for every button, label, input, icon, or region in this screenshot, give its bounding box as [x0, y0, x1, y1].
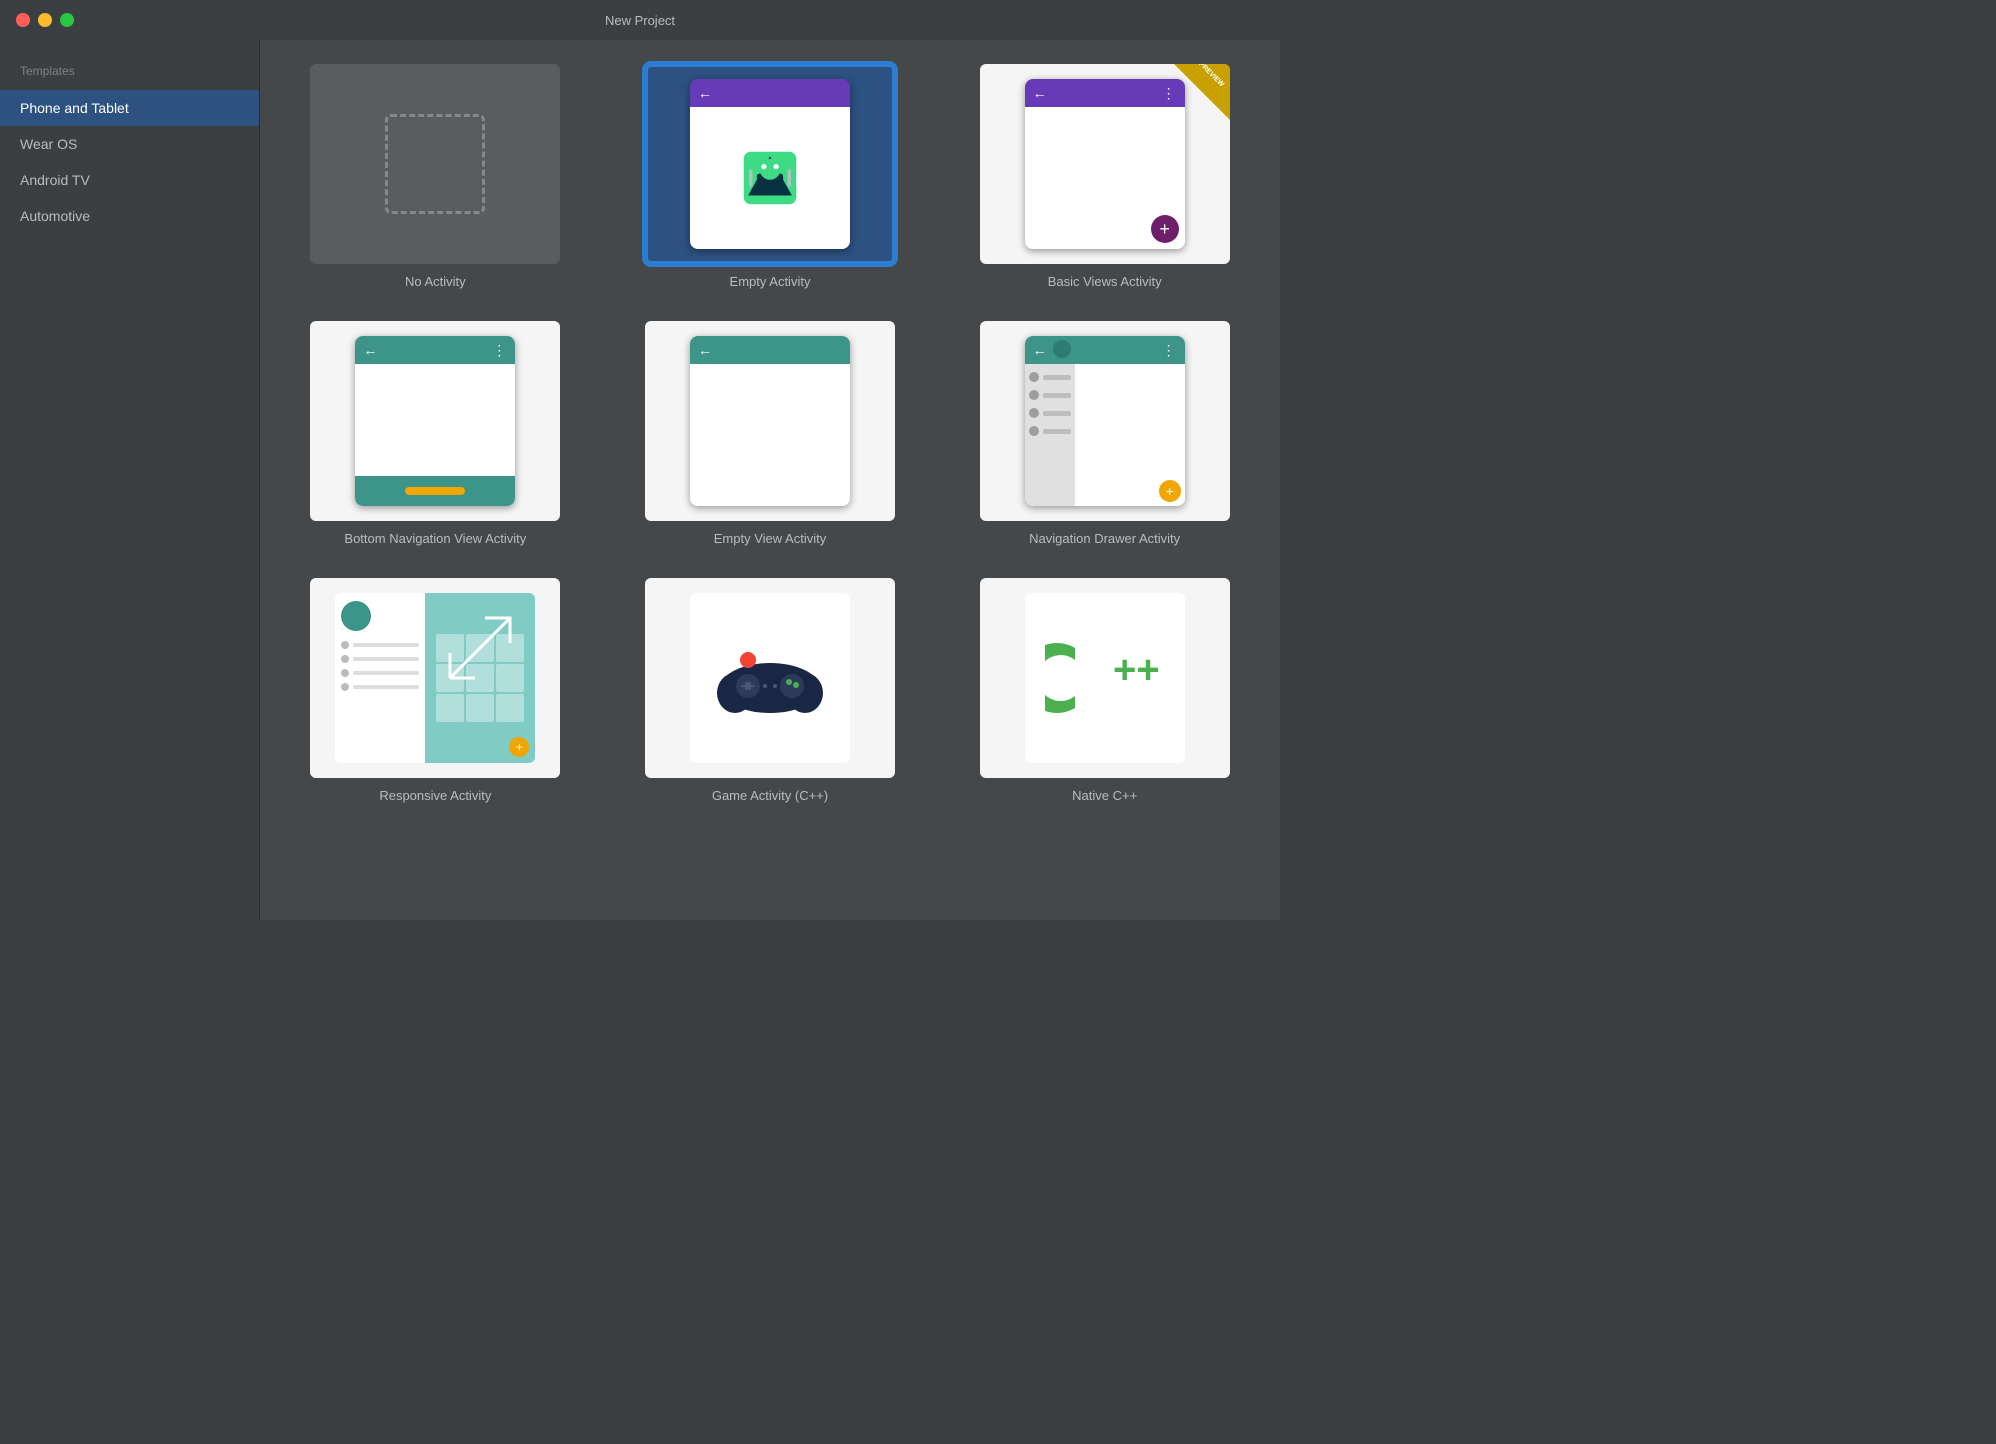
close-button[interactable]: [16, 13, 30, 27]
game-controller-icon: [710, 638, 830, 718]
nav-drawer-phone-body: +: [1025, 364, 1185, 506]
nav-drawer-preview: ← ⋮: [980, 321, 1230, 521]
more-vert-icon: ⋮: [1162, 342, 1177, 359]
empty-activity-label: Empty Activity: [730, 274, 811, 289]
empty-view-phone-body: [690, 364, 850, 506]
basic-views-label: Basic Views Activity: [1048, 274, 1162, 289]
nav-drawer-label: Navigation Drawer Activity: [1029, 531, 1180, 546]
content-area: No Activity ←: [260, 40, 1280, 920]
drawer-item-4: [1029, 426, 1071, 436]
empty-activity-phone-body: [690, 107, 850, 249]
back-arrow-icon: ←: [1033, 85, 1047, 101]
responsive-fab: +: [509, 737, 529, 757]
template-card-empty-activity[interactable]: ←: [627, 64, 914, 289]
cpp-logo-icon: ++: [1045, 628, 1165, 728]
template-card-responsive[interactable]: + Responsive Activity: [292, 578, 579, 803]
bottom-nav-label: Bottom Navigation View Activity: [344, 531, 526, 546]
more-vert-icon: ⋮: [492, 342, 507, 359]
sidebar-item-wear-os[interactable]: Wear OS: [0, 126, 259, 162]
template-grid: No Activity ←: [292, 64, 1248, 803]
grid-cell: [436, 694, 464, 722]
grid-cell: [496, 694, 524, 722]
no-activity-preview: [310, 64, 560, 264]
sidebar-section-label: Templates: [0, 56, 259, 90]
responsive-list-item-3: [341, 669, 419, 677]
basic-views-phone-body: +: [1025, 107, 1185, 249]
window-controls: [16, 13, 74, 27]
android-logo: [735, 143, 805, 213]
template-card-empty-view[interactable]: ← Empty View Activity: [627, 321, 914, 546]
responsive-left-panel: [335, 593, 425, 763]
responsive-right-panel: +: [425, 593, 535, 763]
empty-view-label: Empty View Activity: [714, 531, 826, 546]
bottom-nav-bar: [355, 476, 515, 506]
drawer-fab: +: [1159, 480, 1181, 502]
bottom-nav-indicator: [405, 487, 465, 495]
bottom-nav-content: [355, 364, 515, 476]
template-card-bottom-nav[interactable]: ← ⋮ Bottom Navigation View Activity: [292, 321, 579, 546]
dashed-rect: [385, 114, 485, 214]
empty-view-preview: ←: [645, 321, 895, 521]
window-title: New Project: [605, 13, 675, 28]
native-cpp-label: Native C++: [1072, 788, 1137, 803]
responsive-header-circle: [341, 601, 371, 631]
responsive-arrow-icon: [430, 598, 530, 698]
sidebar-item-android-tv[interactable]: Android TV: [0, 162, 259, 198]
no-activity-label: No Activity: [405, 274, 466, 289]
responsive-list-item-4: [341, 683, 419, 691]
basic-views-phone-bar: ← ⋮: [1025, 79, 1185, 107]
template-card-basic-views[interactable]: PREVIEW ← ⋮ + Basic Views Activity: [961, 64, 1248, 289]
grid-cell: [466, 694, 494, 722]
native-cpp-mockup: ++: [1025, 593, 1185, 763]
fab-button: +: [1151, 215, 1179, 243]
template-card-nav-drawer[interactable]: ← ⋮: [961, 321, 1248, 546]
nav-drawer-phone-bar: ← ⋮: [1025, 336, 1185, 364]
template-card-no-activity[interactable]: No Activity: [292, 64, 579, 289]
bottom-nav-phone-body: [355, 364, 515, 506]
nav-circle: [1053, 340, 1071, 358]
template-card-native-cpp[interactable]: ++ Native C++: [961, 578, 1248, 803]
maximize-button[interactable]: [60, 13, 74, 27]
game-cpp-label: Game Activity (C++): [712, 788, 828, 803]
minimize-button[interactable]: [38, 13, 52, 27]
drawer-item-3: [1029, 408, 1071, 418]
sidebar-item-phone-tablet[interactable]: Phone and Tablet: [0, 90, 259, 126]
svg-text:++: ++: [1113, 648, 1160, 692]
sidebar: Templates Phone and Tablet Wear OS Andro…: [0, 40, 260, 920]
basic-views-mockup: ← ⋮ +: [1025, 79, 1185, 249]
game-cpp-preview: [645, 578, 895, 778]
native-cpp-preview: ++: [980, 578, 1230, 778]
back-arrow-icon: ←: [1033, 342, 1047, 358]
drawer-panel: [1025, 364, 1075, 506]
responsive-preview: +: [310, 578, 560, 778]
basic-views-preview: PREVIEW ← ⋮ +: [980, 64, 1230, 264]
back-arrow-icon: ←: [363, 342, 377, 358]
responsive-label: Responsive Activity: [379, 788, 491, 803]
empty-view-phone-bar: ←: [690, 336, 850, 364]
nav-drawer-mockup: ← ⋮: [1025, 336, 1185, 506]
drawer-main: +: [1075, 364, 1185, 506]
back-arrow-icon: ←: [698, 85, 712, 101]
empty-activity-mockup: ←: [690, 79, 850, 249]
empty-activity-phone-bar: ←: [690, 79, 850, 107]
game-mockup: [690, 593, 850, 763]
bottom-nav-preview: ← ⋮: [310, 321, 560, 521]
responsive-list-item-2: [341, 655, 419, 663]
sidebar-item-automotive[interactable]: Automotive: [0, 198, 259, 234]
main-layout: Templates Phone and Tablet Wear OS Andro…: [0, 40, 1280, 920]
template-card-game-cpp[interactable]: Game Activity (C++): [627, 578, 914, 803]
drawer-item-1: [1029, 372, 1071, 382]
empty-view-mockup: ←: [690, 336, 850, 506]
responsive-mockup: +: [335, 593, 535, 763]
title-bar: New Project: [0, 0, 1280, 40]
back-arrow-icon: ←: [698, 342, 712, 358]
bottom-nav-mockup: ← ⋮: [355, 336, 515, 506]
responsive-list-item-1: [341, 641, 419, 649]
drawer-item-2: [1029, 390, 1071, 400]
bottom-nav-phone-bar: ← ⋮: [355, 336, 515, 364]
empty-activity-preview: ←: [645, 64, 895, 264]
